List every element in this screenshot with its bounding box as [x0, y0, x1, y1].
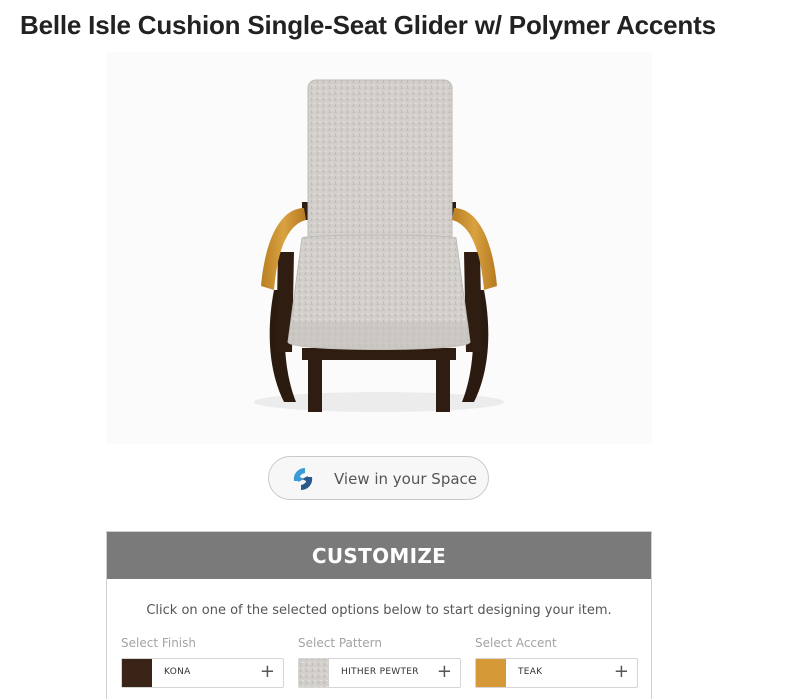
accent-option-group: Select Accent TEAK +: [475, 636, 638, 688]
customize-header: CUSTOMIZE: [107, 532, 651, 579]
plus-icon[interactable]: +: [614, 662, 629, 682]
accent-swatch: [476, 659, 506, 687]
customize-instructions: Click on one of the selected options bel…: [146, 603, 612, 618]
customize-title: CUSTOMIZE: [311, 543, 447, 568]
accent-label: Select Accent: [475, 636, 557, 650]
pattern-option-group: Select Pattern HITHER PEWTER +: [298, 636, 461, 688]
finish-label: Select Finish: [121, 636, 196, 650]
product-page: Belle Isle Cushion Single-Seat Glider w/…: [0, 0, 800, 699]
view-in-your-space-button[interactable]: View in your Space: [268, 456, 489, 500]
view-in-your-space-label: View in your Space: [334, 470, 478, 488]
glider-chair-illustration: [254, 79, 504, 412]
plus-icon[interactable]: +: [260, 662, 275, 682]
ar-view-icon: [293, 467, 313, 491]
accent-selector[interactable]: TEAK +: [475, 658, 638, 688]
pattern-label: Select Pattern: [298, 636, 383, 650]
product-title: Belle Isle Cushion Single-Seat Glider w/…: [20, 10, 716, 40]
finish-selector[interactable]: KONA +: [121, 658, 284, 688]
product-image[interactable]: [106, 52, 652, 444]
accent-value: TEAK: [518, 667, 543, 677]
plus-icon[interactable]: +: [437, 662, 452, 682]
customize-panel: CUSTOMIZE Click on one of the selected o…: [106, 531, 652, 699]
finish-swatch: [122, 659, 152, 687]
fabric-swatch-texture: [299, 659, 329, 687]
finish-option-group: Select Finish KONA +: [121, 636, 284, 688]
pattern-swatch: [299, 659, 329, 687]
pattern-value: HITHER PEWTER: [341, 667, 419, 677]
finish-value: KONA: [164, 667, 191, 677]
pattern-selector[interactable]: HITHER PEWTER +: [298, 658, 461, 688]
